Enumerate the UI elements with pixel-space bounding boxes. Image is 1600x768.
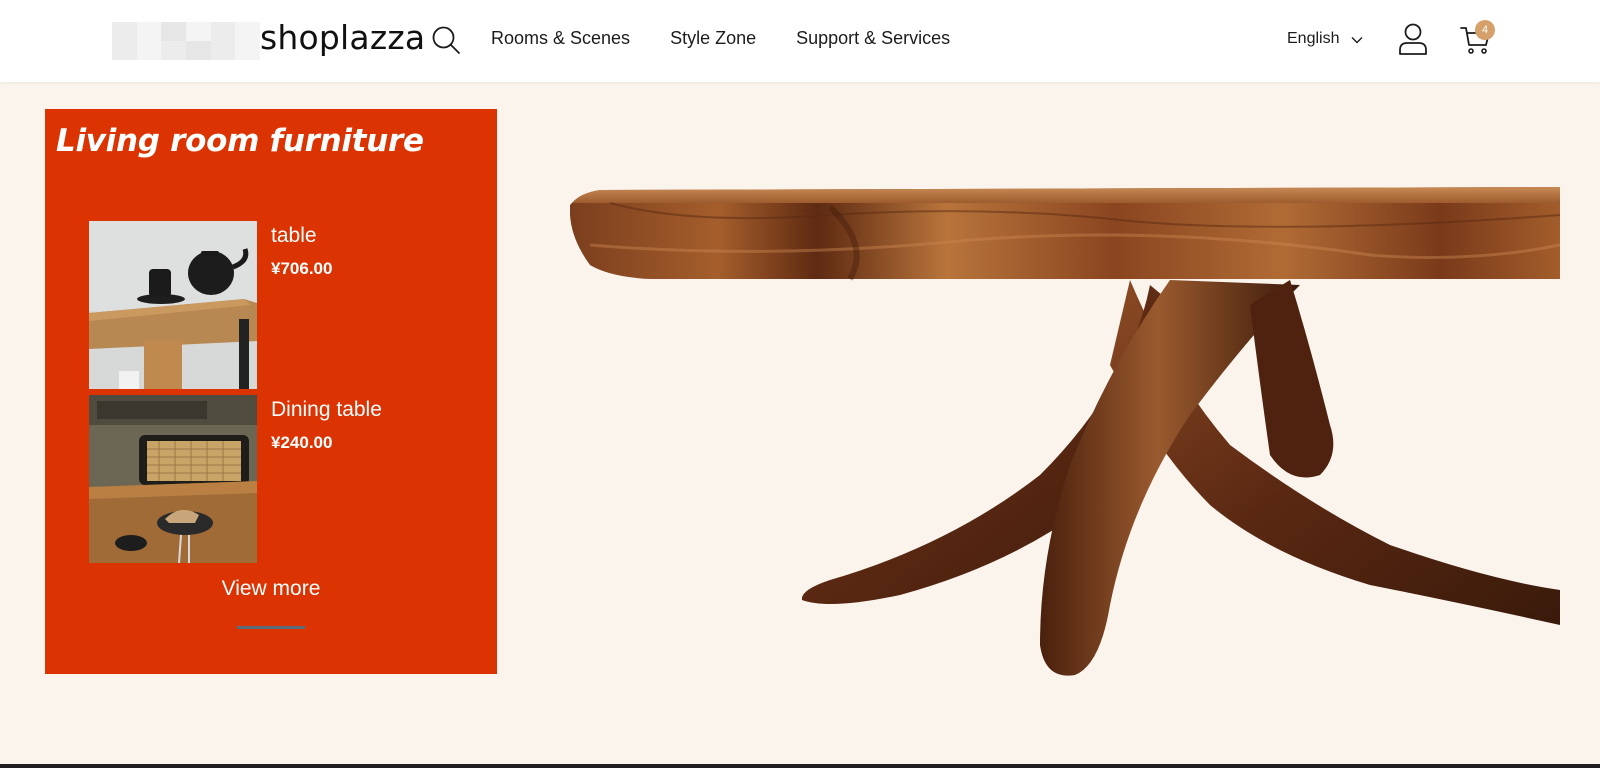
search-button[interactable] <box>430 24 462 56</box>
logo-text: shoplazza <box>260 18 426 57</box>
product-card[interactable]: Dining table ¥240.00 <box>89 395 429 563</box>
footer-divider <box>0 764 1600 768</box>
logo-pixelated-mark <box>112 22 260 60</box>
store-logo[interactable]: shoplazza <box>88 14 425 64</box>
language-selector[interactable]: English <box>1287 30 1363 48</box>
main-nav: Rooms & Scenes Style Zone Support & Serv… <box>491 28 990 49</box>
nav-item-support-services[interactable]: Support & Services <box>796 28 950 49</box>
hero-coffee-table-image <box>569 185 1561 695</box>
nav-item-style-zone[interactable]: Style Zone <box>670 28 756 49</box>
panel-title: Living room furniture <box>56 123 424 159</box>
product-name: Dining table <box>271 398 382 421</box>
product-image-dining-table <box>89 395 257 563</box>
user-icon <box>1399 23 1427 55</box>
living-room-promo-panel: Living room furniture table ¥706.00 Dini… <box>45 109 497 674</box>
search-icon <box>432 26 460 54</box>
view-more-link[interactable]: View more <box>45 577 497 601</box>
language-label: English <box>1287 30 1340 47</box>
product-card[interactable]: table ¥706.00 <box>89 221 429 389</box>
nav-item-rooms-scenes[interactable]: Rooms & Scenes <box>491 28 630 49</box>
product-image-table <box>89 221 257 389</box>
view-more-underline <box>237 626 305 629</box>
product-price: ¥706.00 <box>271 259 333 278</box>
account-button[interactable] <box>1397 22 1429 56</box>
product-name: table <box>271 224 317 247</box>
site-header: shoplazza Rooms & Scenes Style Zone Supp… <box>0 0 1600 82</box>
product-price: ¥240.00 <box>271 433 333 452</box>
cart-count-badge: 4 <box>1475 20 1495 40</box>
chevron-down-icon <box>1351 36 1363 43</box>
